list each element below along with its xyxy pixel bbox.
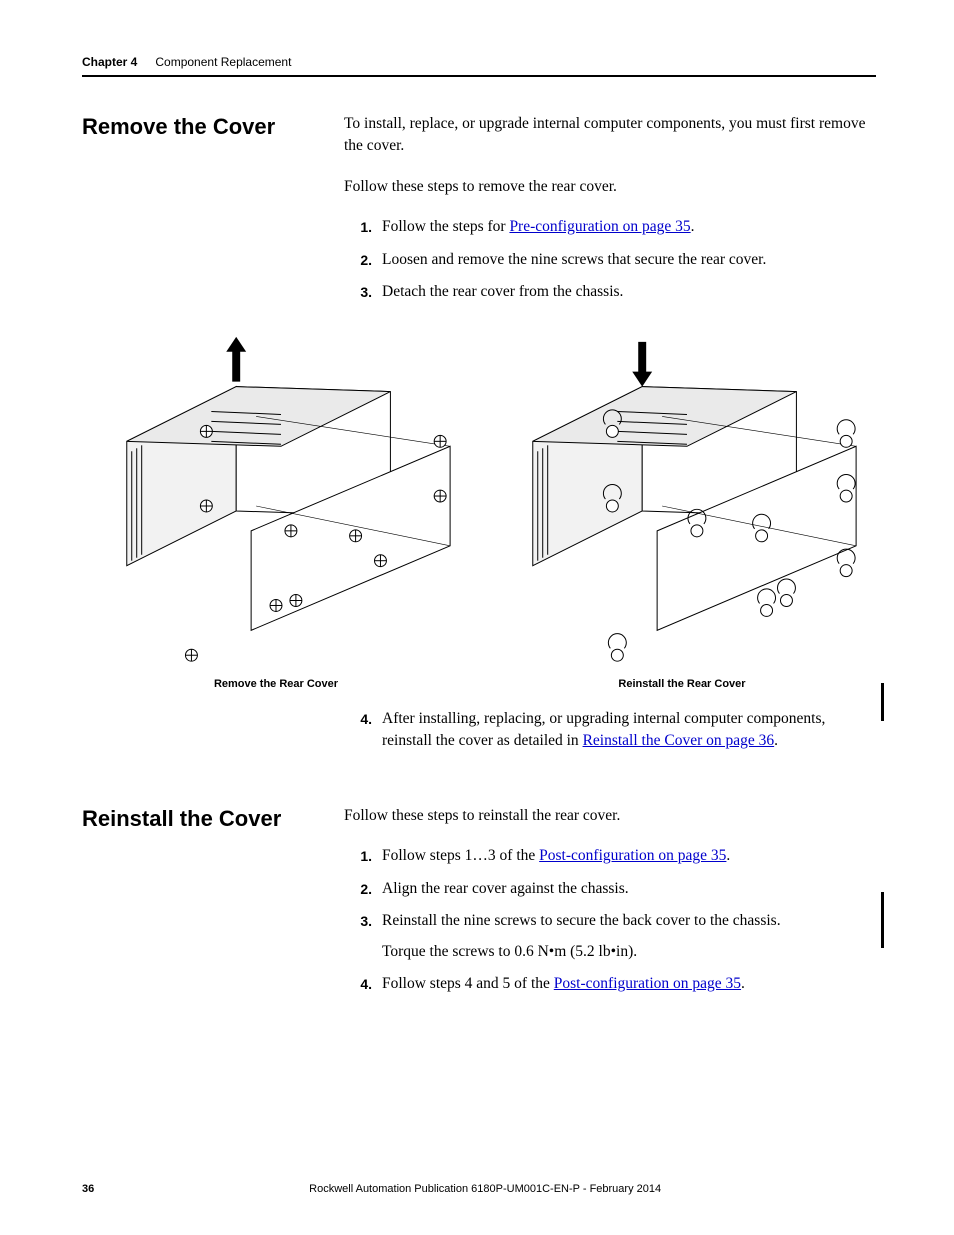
diagram-remove-cover: [82, 336, 470, 671]
change-bar: [881, 892, 884, 948]
steps-list-remove: 1. Follow the steps for Pre-configuratio…: [344, 216, 876, 303]
step-subtext: Torque the screws to 0.6 N•m (5.2 lb•in)…: [382, 941, 876, 963]
step-text: Loosen and remove the nine screws that s…: [382, 249, 876, 271]
page-header: Chapter 4 Component Replacement: [82, 55, 876, 77]
heading-remove-cover: Remove the Cover: [82, 113, 344, 314]
body-reinstall-cover: Follow these steps to reinstall the rear…: [344, 805, 876, 1006]
lead-paragraph: Follow these steps to remove the rear co…: [344, 176, 876, 198]
step-text: Follow the steps for Pre-configuration o…: [382, 216, 876, 238]
link-postconfig-2[interactable]: Post-configuration on page 35: [554, 975, 741, 992]
heading-reinstall-cover: Reinstall the Cover: [82, 805, 344, 1006]
link-postconfig-1[interactable]: Post-configuration on page 35: [539, 847, 726, 864]
section-step4: 4. After installing, replacing, or upgra…: [82, 708, 876, 763]
step-number: 1.: [344, 845, 382, 867]
step-number: 4.: [344, 708, 382, 753]
step-text: After installing, replacing, or upgradin…: [382, 708, 876, 753]
link-reinstall-cover[interactable]: Reinstall the Cover on page 36: [583, 732, 775, 749]
step-text: Detach the rear cover from the chassis.: [382, 281, 876, 303]
step-1: 1. Follow the steps for Pre-configuratio…: [344, 216, 876, 238]
step-number: 2.: [344, 249, 382, 271]
section-reinstall-cover: Reinstall the Cover Follow these steps t…: [82, 805, 876, 1006]
step4-list: 4. After installing, replacing, or upgra…: [344, 708, 876, 753]
chapter-label: Chapter 4: [82, 55, 137, 69]
diagram-reinstall-cover: [488, 336, 876, 671]
step-number: 3.: [344, 910, 382, 963]
step-number: 4.: [344, 973, 382, 995]
figure-remove: Remove the Rear Cover: [82, 336, 470, 690]
steps-list-reinstall: 1. Follow steps 1…3 of the Post-configur…: [344, 845, 876, 995]
body-remove-cover: To install, replace, or upgrade internal…: [344, 113, 876, 314]
step-2: 2. Loosen and remove the nine screws tha…: [344, 249, 876, 271]
figures-row: Remove the Rear Cover: [82, 336, 876, 690]
figure-caption-reinstall: Reinstall the Rear Cover: [488, 678, 876, 690]
step-3: 3. Detach the rear cover from the chassi…: [344, 281, 876, 303]
figure-caption-remove: Remove the Rear Cover: [82, 678, 470, 690]
step-text: Align the rear cover against the chassis…: [382, 878, 876, 900]
step-number: 2.: [344, 878, 382, 900]
figure-reinstall: Reinstall the Rear Cover: [488, 336, 876, 690]
section-remove-cover: Remove the Cover To install, replace, or…: [82, 113, 876, 314]
page-footer: 36 Rockwell Automation Publication 6180P…: [82, 1183, 876, 1195]
step-text: Follow steps 4 and 5 of the Post-configu…: [382, 973, 876, 995]
step-4: 4. Follow steps 4 and 5 of the Post-conf…: [344, 973, 876, 995]
step-4: 4. After installing, replacing, or upgra…: [344, 708, 876, 753]
step-2: 2. Align the rear cover against the chas…: [344, 878, 876, 900]
page-number: 36: [82, 1183, 94, 1195]
page: Chapter 4 Component Replacement Remove t…: [0, 0, 954, 1235]
step-number: 1.: [344, 216, 382, 238]
step-3: 3. Reinstall the nine screws to secure t…: [344, 910, 876, 963]
intro-paragraph: To install, replace, or upgrade internal…: [344, 113, 876, 158]
chapter-title: Component Replacement: [155, 55, 291, 69]
change-bar: [881, 683, 884, 721]
step-text: Reinstall the nine screws to secure the …: [382, 910, 876, 963]
lead-paragraph: Follow these steps to reinstall the rear…: [344, 805, 876, 827]
step-number: 3.: [344, 281, 382, 303]
step-1: 1. Follow steps 1…3 of the Post-configur…: [344, 845, 876, 867]
publication-info: Rockwell Automation Publication 6180P-UM…: [94, 1183, 876, 1195]
link-preconfig[interactable]: Pre-configuration on page 35: [509, 218, 690, 235]
step-text: Follow steps 1…3 of the Post-configurati…: [382, 845, 876, 867]
